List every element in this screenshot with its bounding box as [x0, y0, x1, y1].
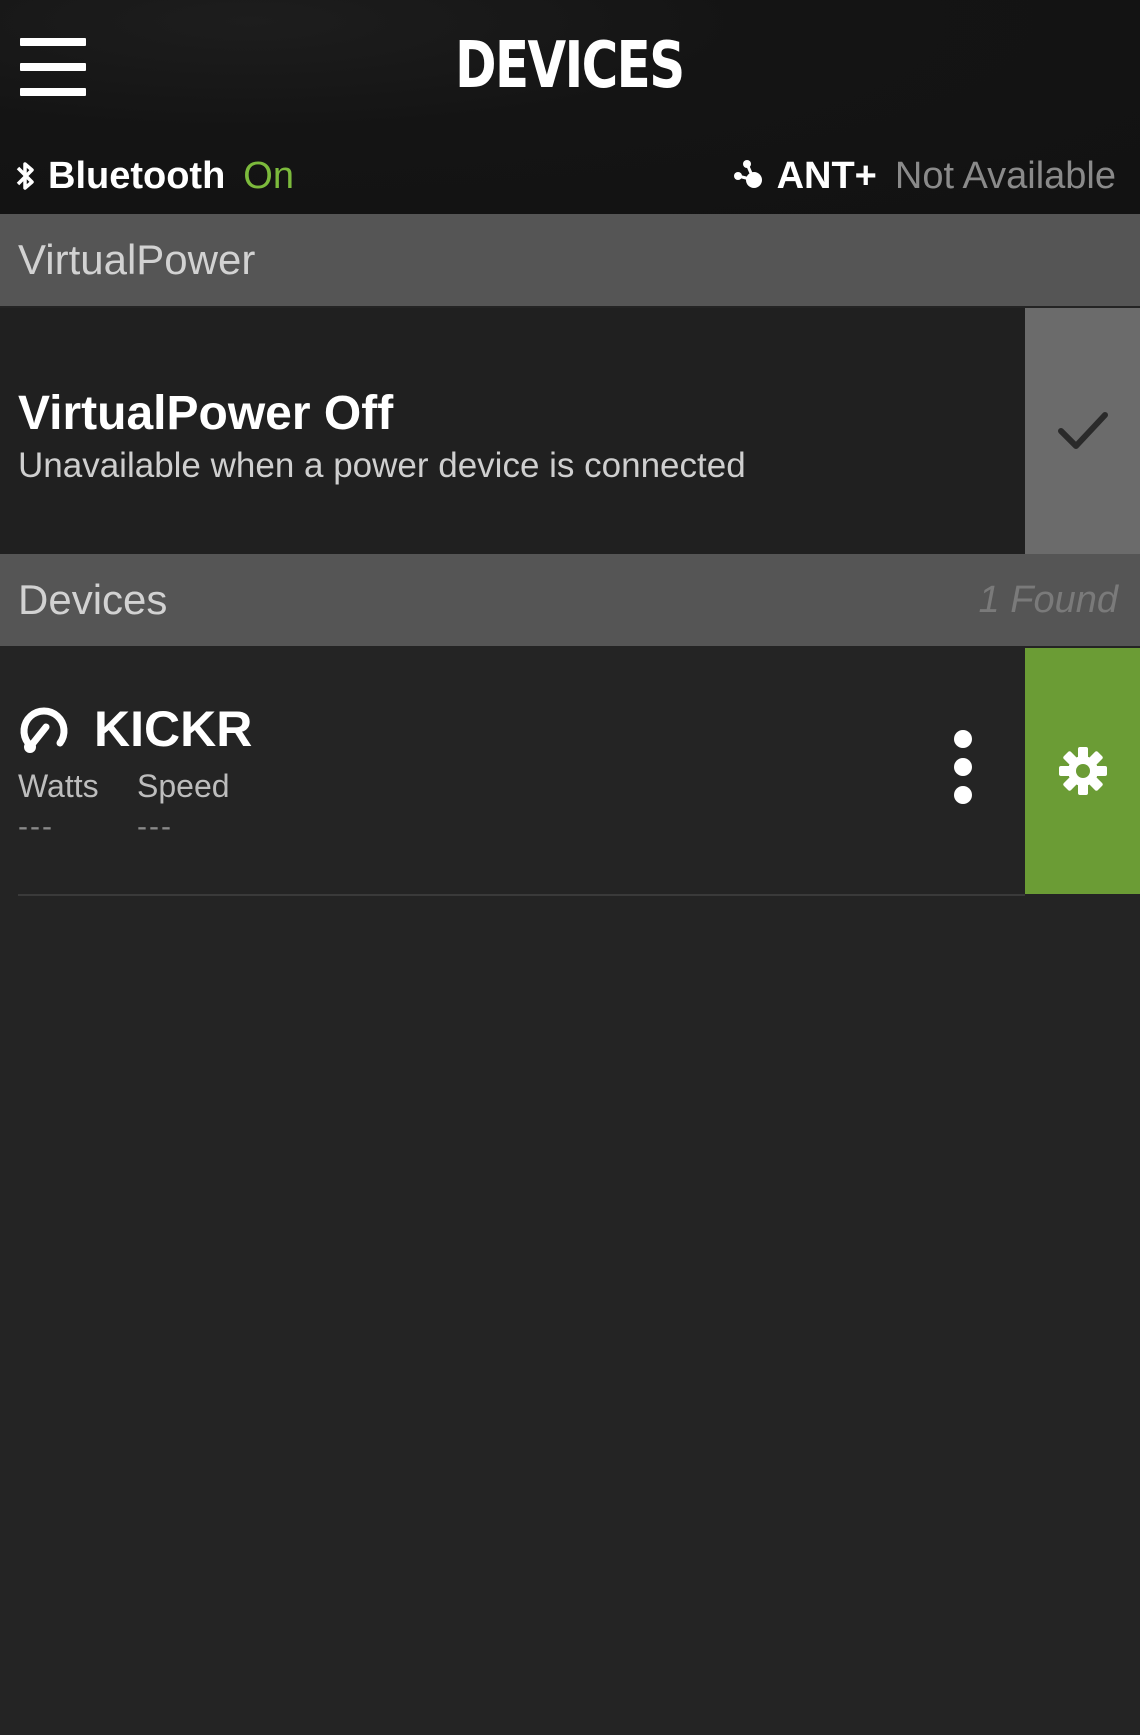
- ant-plus-status-value: Not Available: [894, 155, 1116, 197]
- virtualpower-off-row[interactable]: VirtualPower Off Unavailable when a powe…: [0, 308, 1140, 554]
- virtualpower-off-subtitle: Unavailable when a power device is conne…: [18, 446, 746, 485]
- metric-label-watts: Watts: [18, 768, 99, 804]
- metric-value-speed: ---: [137, 810, 173, 843]
- devices-found-count: 1 Found: [978, 579, 1118, 621]
- bluetooth-status-value: On: [243, 155, 294, 197]
- more-vertical-icon: [954, 730, 972, 748]
- menu-button[interactable]: [20, 38, 86, 96]
- ant-plus-icon: [733, 160, 762, 188]
- page-title: DEVICES: [455, 29, 685, 103]
- connection-status-row: Bluetooth On ANT+ Not Available: [0, 150, 1140, 202]
- ant-plus-status: ANT+ Not Available: [733, 150, 1116, 202]
- list-divider: [18, 894, 1025, 896]
- device-more-options-button[interactable]: [945, 730, 981, 810]
- ant-plus-label: ANT+: [776, 155, 877, 197]
- virtualpower-section-title: VirtualPower: [18, 236, 256, 283]
- more-vertical-icon-dot: [954, 786, 972, 804]
- bluetooth-icon: [16, 162, 34, 190]
- virtualpower-section-header: VirtualPower: [0, 214, 1140, 306]
- metric-value-watts: ---: [18, 810, 54, 843]
- header: DEVICES Bluetooth On ANT+ Not Available: [0, 0, 1140, 214]
- metric-label-speed: Speed: [137, 768, 230, 804]
- bluetooth-label: Bluetooth: [48, 155, 226, 197]
- devices-section-header: Devices 1 Found: [0, 554, 1140, 646]
- virtualpower-off-title: VirtualPower Off: [18, 387, 394, 440]
- devices-section-title: Devices: [18, 576, 168, 623]
- device-settings-button[interactable]: [1025, 648, 1140, 894]
- hamburger-menu-icon-bar: [20, 63, 86, 71]
- bluetooth-status: Bluetooth On: [14, 150, 294, 202]
- more-vertical-icon-dot: [954, 758, 972, 776]
- device-row-kickr[interactable]: KICKR Watts --- Speed ---: [0, 648, 1140, 894]
- hamburger-menu-icon-bar: [20, 88, 86, 96]
- devices-screen: DEVICES Bluetooth On ANT+ Not Available: [0, 0, 1140, 1735]
- kickr-trainer-icon: [20, 707, 68, 753]
- gear-icon: [1058, 747, 1107, 795]
- checkmark-icon: [1057, 412, 1108, 449]
- hamburger-menu-icon: [20, 38, 86, 46]
- device-name: KICKR: [94, 701, 253, 757]
- virtualpower-select-button[interactable]: [1025, 308, 1140, 554]
